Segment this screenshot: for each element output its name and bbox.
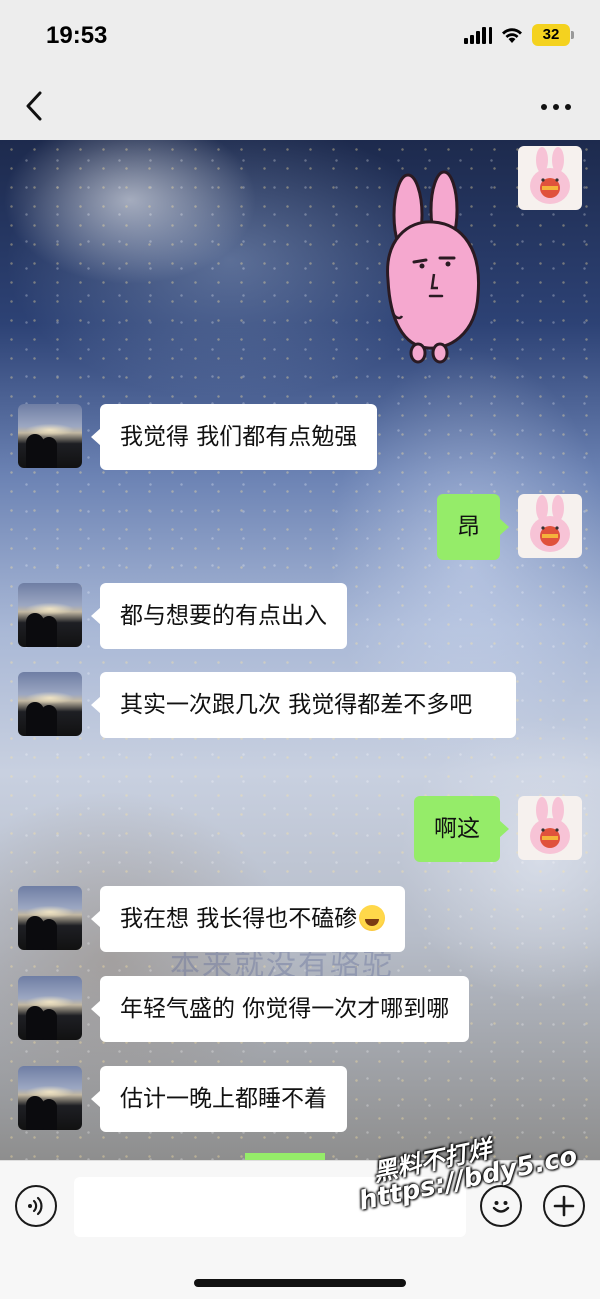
chat-nav-bar	[0, 75, 600, 140]
status-icons: 32	[464, 24, 574, 46]
message-text: 啊这	[434, 816, 480, 842]
message-bubble-self[interactable]: 昂	[437, 494, 509, 560]
status-bar: 19:53 32	[0, 0, 600, 75]
voice-icon	[28, 1196, 43, 1216]
back-button[interactable]	[20, 89, 50, 123]
message-text: 年轻气盛的 你觉得一次才哪到哪	[120, 996, 450, 1022]
message-bubble-peer[interactable]: 我在想 我长得也不磕碜	[90, 886, 406, 952]
wifi-icon	[500, 26, 524, 44]
message-bubble-self[interactable]: 啊这	[414, 796, 509, 862]
peer-avatar[interactable]	[18, 583, 82, 647]
message-text: 昂	[457, 514, 480, 540]
pink-rabbit-sticker[interactable]	[378, 170, 488, 365]
self-avatar[interactable]	[518, 494, 582, 558]
peer-avatar[interactable]	[18, 886, 82, 950]
voice-button[interactable]	[15, 1185, 57, 1227]
status-time: 19:53	[46, 22, 108, 49]
message-text: 其实一次跟几次 我觉得都差不多吧	[120, 692, 473, 718]
home-indicator[interactable]	[194, 1279, 406, 1287]
peer-avatar[interactable]	[18, 672, 82, 736]
message-bubble-peer[interactable]: 估计一晚上都睡不着	[91, 1066, 347, 1132]
self-avatar[interactable]	[518, 796, 582, 860]
message-bubble-peer[interactable]: 其实一次跟几次 我觉得都差不多吧	[91, 672, 516, 738]
peer-avatar[interactable]	[18, 976, 82, 1040]
chat-area[interactable]: 本来就没有骆驼 我觉得 我们都有点勉强 昂 都与想要的有点出入 其实一次跟几次 …	[0, 140, 600, 1160]
message-bubble-peer[interactable]: 我觉得 我们都有点勉强	[90, 404, 378, 470]
message-bubble-peer[interactable]: 都与想要的有点出入	[91, 583, 347, 649]
message-bubble-peer[interactable]: 年轻气盛的 你觉得一次才哪到哪	[90, 976, 470, 1042]
message-text: 都与想要的有点出入	[120, 603, 327, 629]
plus-button[interactable]	[543, 1185, 585, 1227]
plus-icon	[553, 1195, 575, 1217]
signal-icon	[464, 26, 492, 44]
message-text: 我觉得 我们都有点勉强	[120, 424, 358, 450]
more-dots-icon	[541, 104, 547, 110]
battery-icon: 32	[532, 24, 574, 46]
chevron-left-icon	[26, 91, 42, 121]
self-avatar[interactable]	[518, 146, 582, 210]
more-button[interactable]	[536, 93, 576, 121]
message-text: 我在想 我长得也不磕碜	[120, 906, 358, 932]
laughing-tears-emoji-icon	[359, 905, 386, 931]
peer-avatar[interactable]	[18, 1066, 82, 1130]
peer-avatar[interactable]	[18, 404, 82, 468]
message-text: 估计一晚上都睡不着	[120, 1086, 327, 1112]
